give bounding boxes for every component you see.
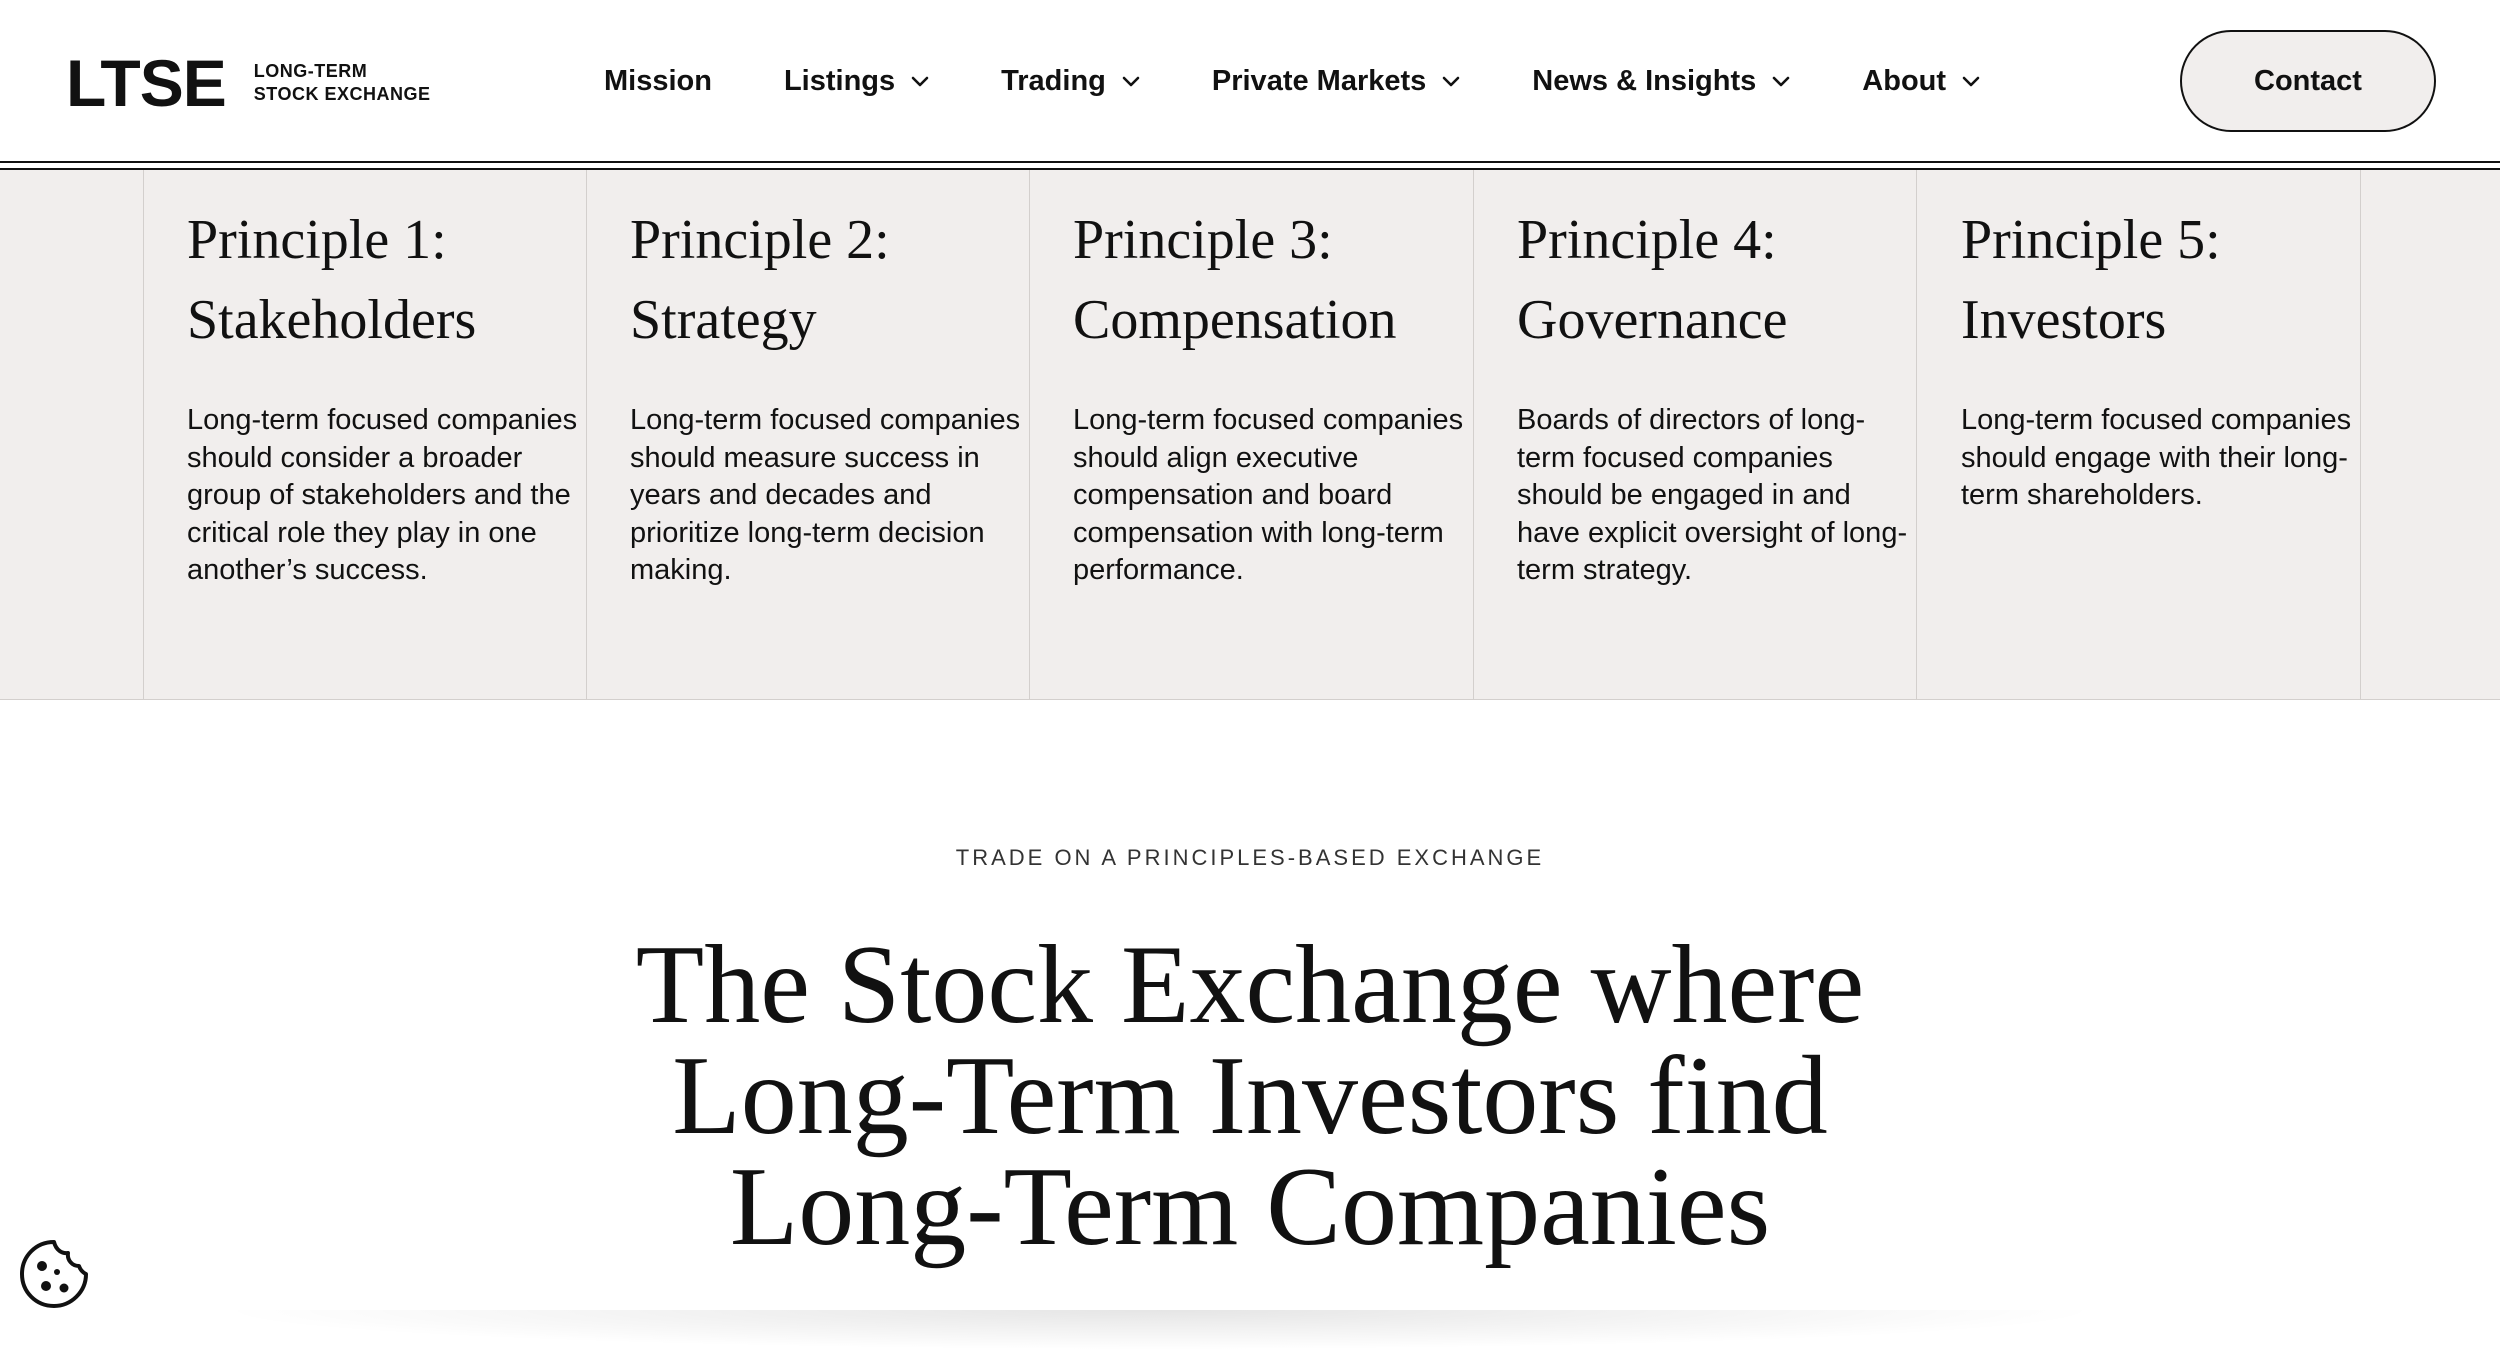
nav-item-listings[interactable]: Listings: [784, 56, 931, 106]
principle-title: Principle 5: Investors: [1961, 200, 2361, 360]
chevron-down-icon: [1440, 70, 1462, 92]
principle-description: Long-term focused companies should align…: [1073, 404, 1464, 586]
next-section-shadow: [210, 1310, 2110, 1350]
logo-subtitle-line-2: STOCK EXCHANGE: [253, 84, 431, 104]
cookie-settings-button[interactable]: [16, 1236, 92, 1312]
nav-item-about[interactable]: About: [1862, 56, 1982, 106]
nav-item-label: Trading: [1001, 64, 1106, 97]
nav-item-trading[interactable]: Trading: [1001, 56, 1142, 106]
nav-item-private-markets[interactable]: Private Markets: [1212, 56, 1462, 106]
chevron-down-icon: [1120, 70, 1142, 92]
principle-description: Long-term focused companies should measu…: [630, 404, 1021, 586]
logo-subtitle-line-1: LONG-TERM: [253, 61, 368, 81]
principle-number: Principle 5:: [1961, 209, 2221, 271]
column-divider: [143, 170, 144, 700]
principle-title: Principle 4: Governance: [1517, 200, 1917, 360]
principle-name: Governance: [1517, 289, 1788, 351]
principle-description: Long-term focused companies should consi…: [187, 404, 578, 586]
principle-card-governance: Principle 4: Governance Boards of direct…: [1517, 200, 1917, 619]
principle-number: Principle 2:: [630, 209, 890, 271]
hero-title-line-3: Long-Term Companies: [729, 1145, 1771, 1269]
nav-item-label: About: [1862, 64, 1947, 97]
logo-mark: LTSE: [66, 46, 227, 120]
principle-name: Stakeholders: [187, 289, 477, 351]
header-divider: [0, 161, 2500, 163]
nav-item-label: Mission: [604, 64, 712, 97]
principle-card-compensation: Principle 3: Compensation Long-term focu…: [1073, 200, 1473, 619]
nav-item-news-insights[interactable]: News & Insights: [1532, 56, 1792, 106]
ltse-logo[interactable]: LTSE LONG-TERM STOCK EXCHANGE: [66, 50, 430, 116]
principle-card-stakeholders: Principle 1: Stakeholders Long-term focu…: [187, 200, 587, 619]
nav-item-label: Listings: [783, 64, 896, 97]
hero-eyebrow: TRADE ON A PRINCIPLES-BASED EXCHANGE: [955, 845, 1545, 870]
principle-number: Principle 1:: [187, 209, 447, 271]
principle-title: Principle 1: Stakeholders: [187, 200, 587, 360]
principle-title: Principle 3: Compensation: [1073, 200, 1473, 360]
principle-title: Principle 2: Strategy: [630, 200, 1030, 360]
chevron-down-icon: [1770, 70, 1792, 92]
hero-title-line-1: The Stock Exchange where: [635, 923, 1865, 1047]
column-divider: [1473, 170, 1474, 700]
principle-number: Principle 4:: [1517, 209, 1777, 271]
nav-item-label: Private Markets: [1211, 64, 1427, 97]
logo-subtitle: LONG-TERM STOCK EXCHANGE: [254, 60, 431, 106]
main-nav: Mission Listings Trading Private Markets…: [604, 56, 1982, 106]
principle-description: Long-term focused companies should engag…: [1961, 404, 2352, 511]
principle-card-strategy: Principle 2: Strategy Long-term focused …: [630, 200, 1030, 619]
chevron-down-icon: [909, 70, 931, 92]
hero-title: The Stock Exchange where Long-Term Inves…: [0, 923, 2500, 1269]
principle-name: Compensation: [1073, 289, 1397, 351]
principle-name: Investors: [1961, 289, 2167, 351]
principles-band: Principle 1: Stakeholders Long-term focu…: [0, 170, 2500, 700]
cookie-icon: [16, 1236, 92, 1312]
contact-button[interactable]: Contact: [2180, 30, 2436, 132]
principle-name: Strategy: [630, 289, 817, 351]
principle-description: Boards of directors of long-term focused…: [1517, 404, 1908, 586]
principle-card-investors: Principle 5: Investors Long-term focused…: [1961, 200, 2361, 544]
chevron-down-icon: [1960, 70, 1982, 92]
hero-title-line-2: Long-Term Investors find: [672, 1034, 1828, 1158]
site-header: LTSE LONG-TERM STOCK EXCHANGE Mission Li…: [0, 0, 2500, 170]
nav-item-mission[interactable]: Mission: [604, 56, 712, 106]
nav-item-label: News & Insights: [1532, 64, 1757, 97]
principle-number: Principle 3:: [1073, 209, 1333, 271]
